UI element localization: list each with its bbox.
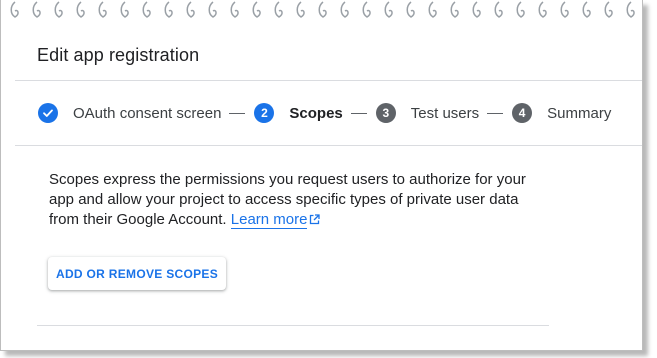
step-test-users[interactable]: 3 Test users (375, 101, 480, 125)
binding-ring (230, 1, 239, 18)
open-in-new-icon[interactable] (309, 211, 321, 231)
spiral-binding-edge (10, 1, 635, 18)
binding-ring (340, 1, 349, 18)
binding-ring (98, 1, 107, 18)
binding-ring (362, 1, 371, 18)
step-label-oauth-consent-screen: OAuth consent screen (73, 104, 222, 122)
step-label-scopes: Scopes (289, 104, 343, 122)
binding-ring (164, 1, 173, 18)
learn-more-link[interactable]: Learn more (230, 211, 308, 229)
binding-ring (32, 1, 41, 18)
binding-ring (472, 1, 481, 18)
binding-ring (54, 1, 63, 18)
binding-ring (120, 1, 129, 18)
step-number-scopes: 2 (254, 103, 275, 123)
learn-more-label: Learn more (230, 211, 308, 228)
binding-ring (296, 1, 305, 18)
binding-ring (142, 1, 151, 18)
scopes-description: Scopes express the permissions you reque… (49, 170, 549, 231)
binding-ring (494, 1, 503, 18)
step-scopes[interactable]: 2 Scopes (254, 101, 343, 125)
binding-ring (626, 1, 635, 18)
step-summary[interactable]: 4 Summary (512, 101, 611, 125)
step-number-summary: 4 (512, 103, 533, 123)
page-frame: Edit app registration OAuth consent scre… (0, 0, 643, 351)
binding-ring (538, 1, 547, 18)
binding-ring (450, 1, 459, 18)
add-or-remove-scopes-button[interactable]: ADD OR REMOVE SCOPES (48, 257, 226, 290)
binding-ring (384, 1, 393, 18)
header-divider (15, 80, 642, 81)
binding-ring (10, 1, 19, 18)
binding-ring (76, 1, 85, 18)
binding-ring (406, 1, 415, 18)
step-number-test-users: 3 (375, 103, 396, 123)
footer-divider (37, 325, 549, 326)
binding-ring (560, 1, 569, 18)
binding-ring (516, 1, 525, 18)
stepper: OAuth consent screen 2 Scopes 3 Test use… (38, 101, 611, 125)
binding-ring (604, 1, 613, 18)
binding-ring (274, 1, 283, 18)
step-separator (229, 112, 246, 114)
step-separator (487, 112, 504, 114)
step-oauth-consent-screen[interactable]: OAuth consent screen (38, 101, 221, 125)
binding-ring (186, 1, 195, 18)
stepper-divider (15, 145, 642, 146)
binding-ring (428, 1, 437, 18)
binding-ring (318, 1, 327, 18)
binding-ring (582, 1, 591, 18)
step-label-test-users: Test users (410, 104, 480, 122)
binding-ring (252, 1, 261, 18)
page-title: Edit app registration (37, 45, 200, 65)
step-separator (350, 112, 367, 114)
binding-ring (208, 1, 217, 18)
step-label-summary: Summary (547, 104, 612, 122)
check-circle-icon (38, 103, 58, 123)
